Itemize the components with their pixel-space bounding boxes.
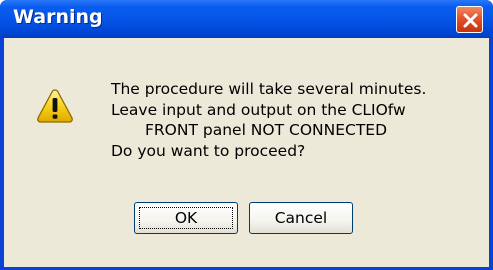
cancel-button-label: Cancel xyxy=(274,209,328,227)
dialog-body: The procedure will take several minutes.… xyxy=(4,38,489,267)
cancel-button[interactable]: Cancel xyxy=(249,202,353,234)
warning-dialog: Warning The procedure will take several … xyxy=(0,0,493,270)
message-text: The procedure will take several minutes.… xyxy=(111,79,481,161)
message-line-3: FRONT panel NOT CONNECTED xyxy=(145,121,388,139)
message-line-1: The procedure will take several minutes. xyxy=(111,80,427,98)
warning-icon xyxy=(37,89,73,123)
message-line-2: Leave input and output on the CLIOfw xyxy=(111,100,406,119)
message-line-4: Do you want to proceed? xyxy=(111,141,306,160)
close-icon xyxy=(463,13,478,28)
ok-button-label: OK xyxy=(174,209,198,227)
title-bar[interactable]: Warning xyxy=(0,0,493,38)
close-button[interactable] xyxy=(456,6,483,33)
dialog-title: Warning xyxy=(13,6,103,28)
ok-button[interactable]: OK xyxy=(134,202,238,234)
